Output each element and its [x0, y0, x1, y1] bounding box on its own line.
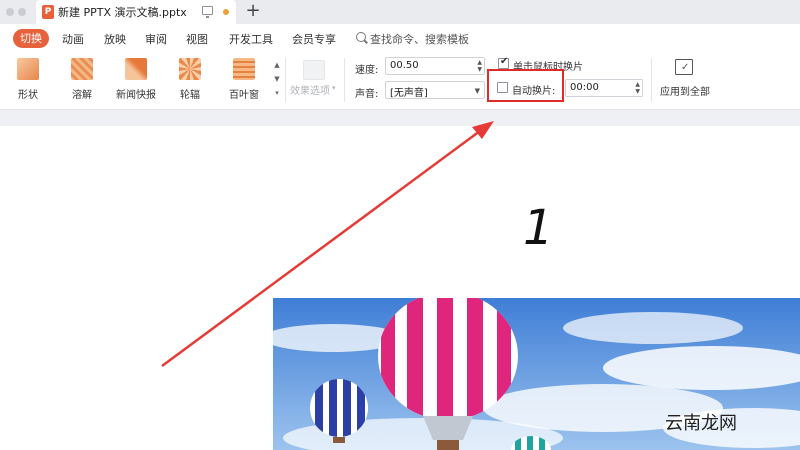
- effect-label: 溶解: [72, 90, 92, 101]
- apply-all-icon[interactable]: [675, 59, 693, 75]
- tab-animation[interactable]: 动画: [62, 31, 84, 47]
- gallery-scroll[interactable]: ▲ ▼ ▾: [272, 58, 282, 104]
- new-tab-button[interactable]: +: [244, 2, 262, 22]
- effect-newsflash[interactable]: 新闻快报: [114, 58, 158, 101]
- effect-label: 百叶窗: [229, 90, 259, 101]
- auto-advance-time-value: 00:00: [570, 82, 599, 93]
- watermark-text: 云南龙网: [665, 413, 737, 434]
- slide-number-text[interactable]: 1: [523, 200, 554, 256]
- sound-label: 声音:: [355, 89, 379, 100]
- effect-shape[interactable]: 形状: [6, 58, 50, 101]
- effect-label: 轮辐: [180, 90, 200, 101]
- gallery-more-icon[interactable]: ▾: [272, 86, 282, 100]
- spin-down-icon[interactable]: ▼: [635, 89, 640, 95]
- auto-advance-time-stepper[interactable]: 00:00 ▲ ▼: [565, 79, 643, 97]
- effect-dissolve[interactable]: 溶解: [60, 58, 104, 101]
- speed-label: 速度:: [355, 65, 379, 76]
- tab-slideshow[interactable]: 放映: [104, 31, 126, 47]
- dissolve-effect-icon: [71, 58, 93, 80]
- speed-value: 00.50: [390, 60, 419, 71]
- blinds-effect-icon: [233, 58, 255, 80]
- chevron-down-icon: ▼: [474, 87, 480, 95]
- window-control-dot[interactable]: [6, 8, 14, 16]
- apply-all-button[interactable]: 应用到全部: [660, 83, 710, 98]
- title-bar: P 新建 PPTX 演示文稿.pptx +: [0, 0, 800, 24]
- effect-label: 新闻快报: [116, 90, 156, 101]
- monitor-icon[interactable]: [202, 6, 213, 18]
- tab-transition[interactable]: 切换: [13, 29, 49, 48]
- divider: [344, 58, 345, 102]
- document-title: 新建 PPTX 演示文稿.pptx: [58, 6, 187, 19]
- tab-developer[interactable]: 开发工具: [229, 31, 273, 47]
- effect-blinds[interactable]: 百叶窗: [222, 58, 266, 101]
- tab-view[interactable]: 视图: [186, 31, 208, 47]
- divider: [651, 58, 652, 102]
- spin-down-icon[interactable]: ▼: [477, 67, 482, 73]
- search-icon[interactable]: [356, 32, 366, 42]
- effect-options-caret-icon: ▾: [332, 84, 336, 92]
- tab-review[interactable]: 审阅: [145, 31, 167, 47]
- unsaved-dot-icon: [223, 9, 229, 15]
- highlight-box: [487, 69, 564, 102]
- sound-select[interactable]: [无声音] ▼: [385, 81, 485, 99]
- workspace-strip: [0, 110, 800, 126]
- newsflash-effect-icon: [125, 58, 147, 80]
- gallery-down-icon[interactable]: ▼: [272, 72, 282, 86]
- effect-options-button[interactable]: 效果选项: [290, 82, 330, 97]
- menu-bar: 切换 动画 放映 审阅 视图 开发工具 会员专享 查找命令、搜索模板: [0, 24, 800, 52]
- speed-stepper[interactable]: 00.50 ▲ ▼: [385, 57, 485, 75]
- effect-label: 形状: [18, 90, 38, 101]
- pptx-file-icon: P: [42, 5, 54, 19]
- document-tab[interactable]: P 新建 PPTX 演示文稿.pptx: [36, 0, 236, 24]
- shape-effect-icon: [17, 58, 39, 80]
- on-click-checkbox[interactable]: [498, 56, 509, 69]
- wheel-effect-icon: [179, 58, 201, 80]
- effect-wheel[interactable]: 轮辐: [168, 58, 212, 101]
- sound-value: [无声音]: [390, 88, 428, 99]
- tab-member[interactable]: 会员专享: [292, 31, 336, 47]
- command-search-input[interactable]: 查找命令、搜索模板: [370, 31, 469, 47]
- gallery-up-icon[interactable]: ▲: [272, 58, 282, 72]
- divider: [285, 58, 286, 102]
- effect-options-icon: [303, 60, 325, 80]
- window-control-dot[interactable]: [18, 8, 26, 16]
